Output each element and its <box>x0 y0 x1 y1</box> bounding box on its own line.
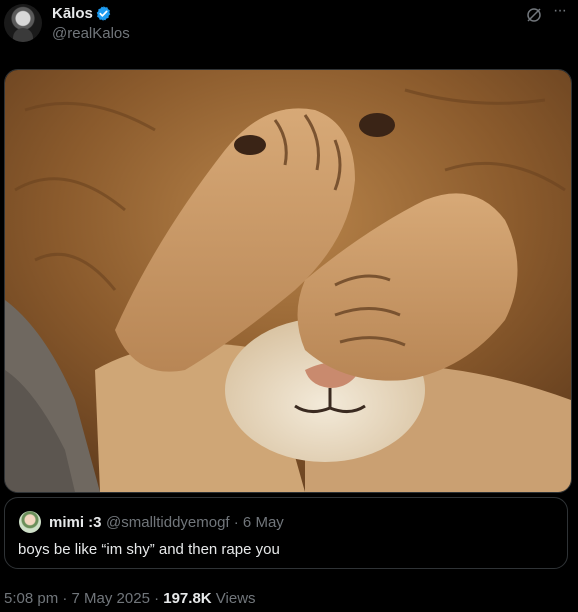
author-handle[interactable]: @realKalos <box>52 25 130 42</box>
author-avatar[interactable] <box>4 4 42 42</box>
more-icon[interactable]: ··· <box>553 2 567 20</box>
quoted-author-name: mimi :3 <box>49 514 102 531</box>
tweet-timestamp[interactable]: 5:08 pm · 7 May 2025 · <box>4 590 163 607</box>
verified-badge-icon <box>96 6 111 21</box>
author-display-name[interactable]: Kālos <box>52 5 93 22</box>
grok-icon[interactable] <box>525 6 543 24</box>
quoted-author-avatar <box>19 511 41 533</box>
quoted-tweet-text: boys be like “im shy” and then rape you <box>18 541 280 558</box>
view-count: 197.8K <box>163 590 212 607</box>
views-label: Views <box>211 590 256 607</box>
lion-photo-image <box>5 70 571 492</box>
tweet-header: Kālos @realKalos ··· <box>0 0 578 60</box>
quoted-author-handle-date: @smalltiddyemogf · 6 May <box>106 514 284 531</box>
tweet-photo[interactable] <box>4 69 572 493</box>
tweet-meta: 5:08 pm · 7 May 2025 · 197.8K Views <box>4 590 256 607</box>
quoted-tweet[interactable]: mimi :3 @smalltiddyemogf · 6 May boys be… <box>4 497 568 569</box>
